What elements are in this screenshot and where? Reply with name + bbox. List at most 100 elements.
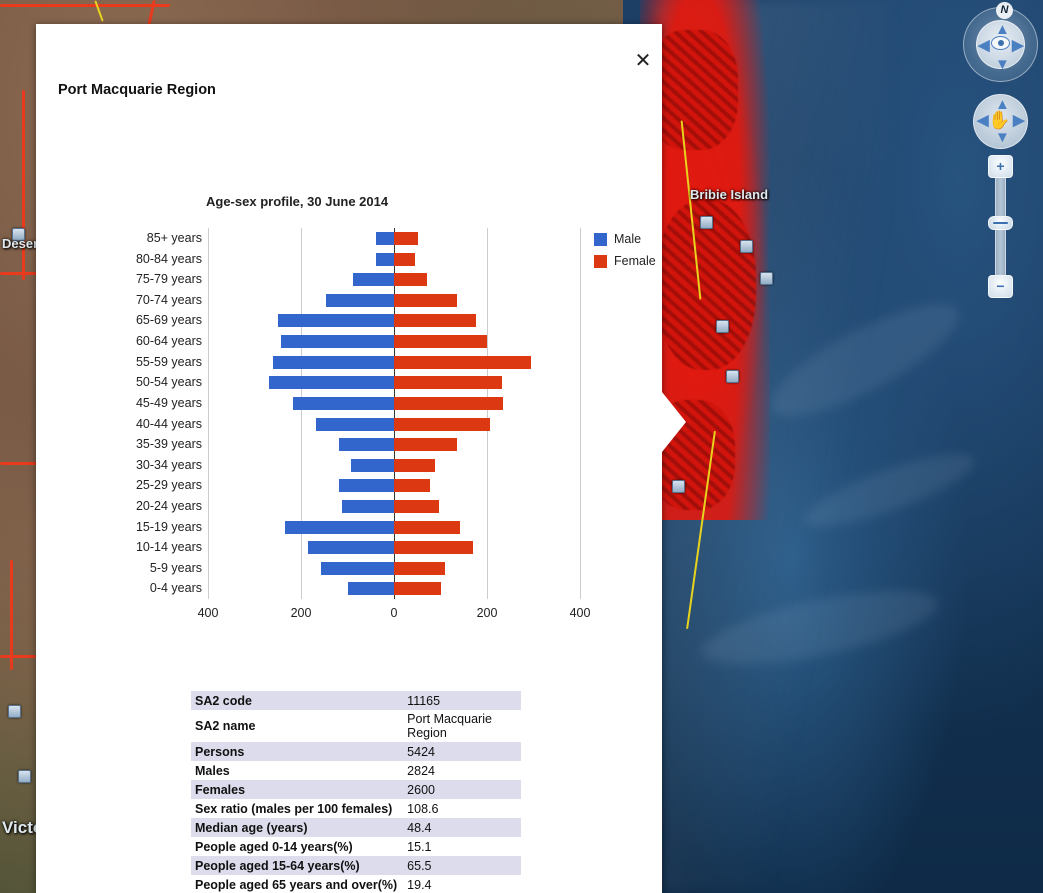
chart-bar-male[interactable] (316, 418, 394, 431)
table-row: Females2600 (191, 780, 521, 799)
chart-bar-female[interactable] (394, 582, 441, 595)
chart-bar-male[interactable] (353, 273, 394, 286)
chart-plot-area: 85+ years80-84 years75-79 years70-74 yea… (208, 228, 580, 599)
chart-row: 15-19 years (208, 517, 580, 538)
chart-category-label: 25-29 years (52, 475, 202, 496)
table-cell-key: Persons (191, 742, 401, 761)
chart-x-tick-label: 200 (291, 606, 312, 620)
chart-bar-female[interactable] (394, 356, 531, 369)
chart-row: 30-34 years (208, 455, 580, 476)
table-cell-key: People aged 0-14 years(%) (191, 837, 401, 856)
table-row: Median age (years)48.4 (191, 818, 521, 837)
chart-bar-female[interactable] (394, 418, 490, 431)
chart-bar-female[interactable] (394, 521, 460, 534)
look-left-arrow-icon[interactable]: ◀ (978, 38, 990, 53)
map-border-line (0, 655, 36, 658)
chart-row: 25-29 years (208, 475, 580, 496)
chart-bar-male[interactable] (339, 438, 394, 451)
pan-left-arrow-icon[interactable]: ◀ (977, 113, 989, 128)
chart-bar-female[interactable] (394, 479, 430, 492)
close-icon[interactable]: ✕ (632, 50, 654, 72)
chart-row: 65-69 years (208, 310, 580, 331)
table-row: People aged 15-64 years(%)65.5 (191, 856, 521, 875)
chart-bar-male[interactable] (281, 335, 394, 348)
eye-icon (991, 36, 1010, 50)
look-up-arrow-icon[interactable]: ▲ (995, 22, 1010, 37)
chart-bar-male[interactable] (269, 376, 394, 389)
chart-gridline (580, 228, 581, 599)
chart-bar-male[interactable] (285, 521, 394, 534)
chart-bar-male[interactable] (351, 459, 394, 472)
look-right-arrow-icon[interactable]: ▶ (1012, 38, 1024, 53)
chart-bar-female[interactable] (394, 438, 457, 451)
chart-row: 20-24 years (208, 496, 580, 517)
chart-row: 10-14 years (208, 537, 580, 558)
table-body: SA2 code11165SA2 namePort Macquarie Regi… (191, 691, 521, 893)
zoom-out-button[interactable]: − (988, 275, 1013, 298)
chart-legend-item[interactable]: Female (594, 254, 656, 268)
chart-bar-female[interactable] (394, 541, 473, 554)
chart-bar-female[interactable] (394, 500, 439, 513)
map-poi-icon[interactable] (18, 770, 31, 783)
chart-bar-female[interactable] (394, 314, 476, 327)
zoom-in-button[interactable]: + (988, 155, 1013, 178)
chart-bar-female[interactable] (394, 294, 457, 307)
legend-swatch-icon (594, 255, 607, 268)
chart-bar-male[interactable] (376, 232, 394, 245)
age-sex-pyramid-chart: Age-sex profile, 30 June 2014 85+ years8… (58, 164, 658, 624)
chart-category-label: 20-24 years (52, 496, 202, 517)
chart-row: 35-39 years (208, 434, 580, 455)
table-row: Persons5424 (191, 742, 521, 761)
chart-bar-male[interactable] (342, 500, 394, 513)
map-poi-icon[interactable] (700, 216, 713, 229)
chart-legend-item[interactable]: Male (594, 232, 656, 246)
pan-right-arrow-icon[interactable]: ▶ (1013, 113, 1025, 128)
table-cell-value: 2824 (401, 761, 521, 780)
chart-bar-male[interactable] (308, 541, 394, 554)
chart-bar-female[interactable] (394, 335, 487, 348)
table-cell-value: 108.6 (401, 799, 521, 818)
chart-row: 40-44 years (208, 414, 580, 435)
chart-row: 0-4 years (208, 578, 580, 599)
chart-x-tick-label: 200 (477, 606, 498, 620)
map-poi-icon[interactable] (726, 370, 739, 383)
chart-category-label: 45-49 years (52, 393, 202, 414)
look-down-arrow-icon[interactable]: ▼ (995, 57, 1010, 72)
chart-bar-male[interactable] (273, 356, 394, 369)
chart-bar-female[interactable] (394, 376, 502, 389)
chart-bar-male[interactable] (348, 582, 394, 595)
map-poi-icon[interactable] (8, 705, 21, 718)
map-poi-icon[interactable] (716, 320, 729, 333)
pan-down-arrow-icon[interactable]: ▼ (995, 130, 1010, 145)
chart-bar-female[interactable] (394, 397, 503, 410)
table-cell-value: 48.4 (401, 818, 521, 837)
chart-x-tick-label: 400 (198, 606, 219, 620)
chart-bar-male[interactable] (376, 253, 394, 266)
chart-category-label: 30-34 years (52, 455, 202, 476)
chart-bar-male[interactable] (293, 397, 394, 410)
chart-bar-female[interactable] (394, 253, 415, 266)
chart-bar-male[interactable] (321, 562, 394, 575)
table-row: People aged 0-14 years(%)15.1 (191, 837, 521, 856)
map-poi-icon[interactable] (672, 480, 685, 493)
map-border-line (0, 4, 170, 7)
chart-bar-female[interactable] (394, 562, 445, 575)
chart-bar-female[interactable] (394, 232, 418, 245)
chart-bar-female[interactable] (394, 273, 427, 286)
chart-category-label: 40-44 years (52, 414, 202, 435)
compass-north-icon[interactable]: N (996, 2, 1013, 19)
chart-bar-female[interactable] (394, 459, 435, 472)
zoom-slider-thumb[interactable] (988, 216, 1013, 230)
chart-row: 50-54 years (208, 372, 580, 393)
map-poi-icon[interactable] (760, 272, 773, 285)
chart-row: 85+ years (208, 228, 580, 249)
chart-category-label: 70-74 years (52, 290, 202, 311)
chart-bar-male[interactable] (339, 479, 394, 492)
table-cell-key: Males (191, 761, 401, 780)
chart-bar-male[interactable] (278, 314, 394, 327)
chart-row: 80-84 years (208, 249, 580, 270)
info-balloon: ✕ Port Macquarie Region Age-sex profile,… (36, 24, 662, 893)
chart-bar-male[interactable] (326, 294, 394, 307)
map-poi-icon[interactable] (740, 240, 753, 253)
chart-x-tick-label: 0 (391, 606, 398, 620)
